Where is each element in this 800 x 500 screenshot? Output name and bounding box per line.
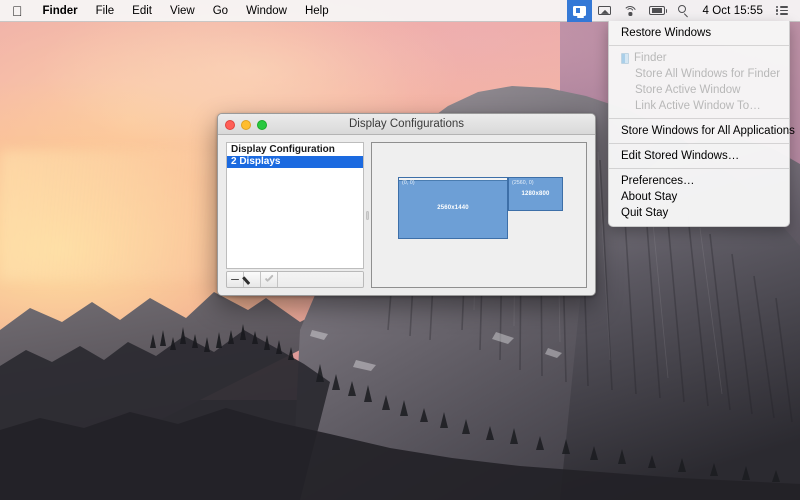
menu-item-store-active-window: Store Active Window xyxy=(609,82,789,98)
menu-separator xyxy=(609,168,789,169)
menu-item-restore-windows[interactable]: Restore Windows xyxy=(609,25,789,41)
menu-item-edit-stored-windows[interactable]: Edit Stored Windows… xyxy=(609,148,789,164)
apple-logo-icon:  xyxy=(12,0,23,22)
battery-icon[interactable] xyxy=(643,0,671,22)
menu-finder[interactable]: Finder xyxy=(34,0,87,22)
window-title: Display Configurations xyxy=(349,118,464,130)
menu-separator xyxy=(609,45,789,46)
menu-item-quit-stay[interactable]: Quit Stay xyxy=(609,205,789,221)
primary-display-coordinates: (0, 0) xyxy=(402,180,415,186)
wifi-icon[interactable] xyxy=(617,0,643,22)
remove-configuration-button[interactable] xyxy=(227,272,244,287)
menu-separator xyxy=(609,143,789,144)
secondary-display-coordinates: (2560, 0) xyxy=(512,180,534,186)
menu-bar-status-items: 4 Oct 15:55 xyxy=(567,0,800,22)
zoom-button[interactable] xyxy=(257,120,267,130)
split-view-grip xyxy=(366,211,369,220)
menu-go[interactable]: Go xyxy=(204,0,237,22)
checkmark-icon xyxy=(264,275,274,285)
toolbar-filler xyxy=(278,272,363,287)
pencil-icon xyxy=(247,274,258,285)
apple-menu[interactable]:  xyxy=(0,0,34,22)
stay-display-icon[interactable] xyxy=(567,0,592,22)
window-content: Display Configuration 2 Displays xyxy=(218,135,595,295)
menu-view[interactable]: View xyxy=(161,0,204,22)
display-configurations-window: Display Configurations Display Configura… xyxy=(217,113,596,296)
configuration-list[interactable]: Display Configuration 2 Displays xyxy=(226,142,364,269)
configurations-sidebar: Display Configuration 2 Displays xyxy=(226,142,364,295)
menu-help[interactable]: Help xyxy=(296,0,338,22)
window-controls xyxy=(225,120,267,130)
primary-display-menubar-strip xyxy=(399,178,507,181)
close-button[interactable] xyxy=(225,120,235,130)
edit-configuration-button[interactable] xyxy=(244,272,261,287)
minimize-button[interactable] xyxy=(241,120,251,130)
menu-item-preferences[interactable]: Preferences… xyxy=(609,173,789,189)
secondary-display[interactable]: (2560, 0) 1280x800 xyxy=(508,177,563,211)
primary-display[interactable]: (0, 0) 2560x1440 xyxy=(398,177,508,239)
apply-configuration-button[interactable] xyxy=(261,272,278,287)
stay-dropdown-menu: Restore Windows Finder Store All Windows… xyxy=(608,21,790,227)
minus-icon xyxy=(231,279,239,281)
window-title-bar[interactable]: Display Configurations xyxy=(218,114,595,135)
menu-edit[interactable]: Edit xyxy=(123,0,161,22)
menu-bar-app-menus:  Finder File Edit View Go Window Help xyxy=(0,0,338,22)
menu-file[interactable]: File xyxy=(87,0,124,22)
primary-display-resolution: 2560x1440 xyxy=(399,205,507,211)
finder-app-icon xyxy=(621,53,629,64)
menu-item-store-windows-for-all-applications[interactable]: Store Windows for All Applications xyxy=(609,123,789,139)
configuration-list-header: Display Configuration xyxy=(227,143,363,156)
menu-item-about-stay[interactable]: About Stay xyxy=(609,189,789,205)
spotlight-search-icon[interactable] xyxy=(671,0,695,22)
menu-item-link-active-window-to: Link Active Window To… xyxy=(609,98,789,114)
menu-item-store-all-windows-for-finder: Store All Windows for Finder xyxy=(609,66,789,82)
display-arrangement-pane: (0, 0) 2560x1440 (2560, 0) 1280x800 xyxy=(371,142,587,288)
menu-item-label: Finder xyxy=(634,50,667,66)
menu-bar-clock[interactable]: 4 Oct 15:55 xyxy=(695,5,770,17)
menu-separator xyxy=(609,118,789,119)
secondary-display-resolution: 1280x800 xyxy=(509,191,562,197)
menu-bar:  Finder File Edit View Go Window Help 4… xyxy=(0,0,800,22)
menu-window[interactable]: Window xyxy=(237,0,296,22)
display-arrangement-canvas[interactable]: (0, 0) 2560x1440 (2560, 0) 1280x800 xyxy=(371,142,587,288)
airplay-icon[interactable] xyxy=(592,0,617,22)
split-view-divider[interactable] xyxy=(364,142,371,288)
menu-item-finder-app: Finder xyxy=(609,50,789,66)
configuration-list-item-2-displays[interactable]: 2 Displays xyxy=(227,156,363,168)
configuration-toolbar xyxy=(226,271,364,288)
notification-center-icon[interactable] xyxy=(770,0,794,22)
